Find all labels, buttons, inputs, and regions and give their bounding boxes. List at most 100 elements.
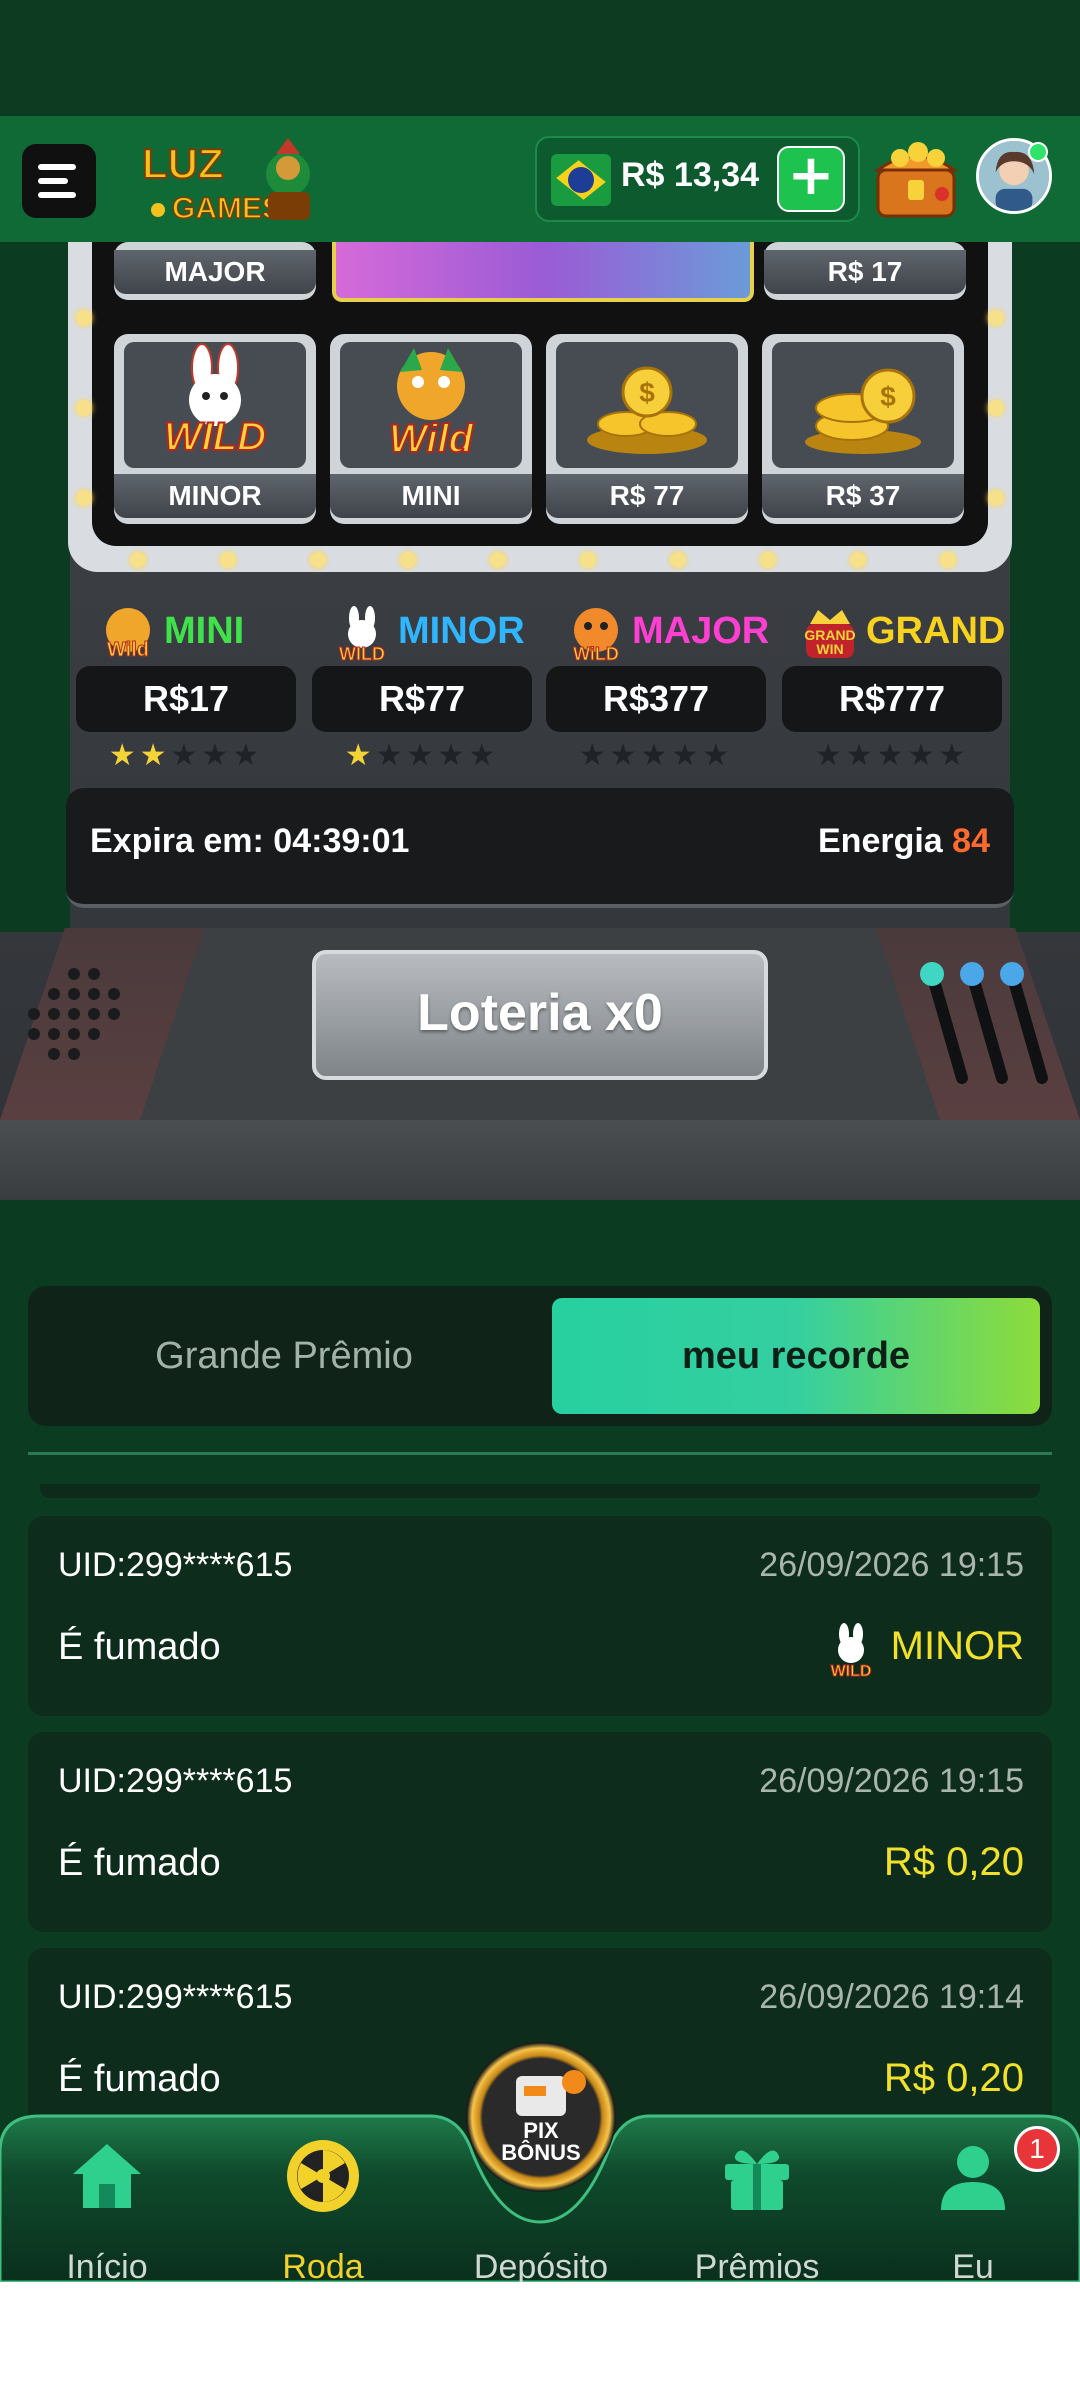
expiry-timer: Expira em: 04:39:01 bbox=[90, 822, 410, 860]
slot-machine: MAJOR R$ 17 WILD MINOR Wild MINI $ R$ 77… bbox=[0, 242, 1080, 1200]
nav-inicio[interactable]: Início bbox=[22, 2136, 192, 2286]
menu-line-icon bbox=[38, 178, 68, 184]
star-icon: ★ bbox=[375, 738, 407, 773]
record-time: 26/09/2026 19:14 bbox=[759, 1978, 1024, 2016]
star-icon: ★ bbox=[344, 738, 376, 773]
balance-amount: R$ 13,34 bbox=[621, 156, 759, 194]
jackpot-value: R$17 bbox=[76, 666, 296, 732]
energy-counter: Energia 84 bbox=[818, 822, 990, 861]
svg-text:WiLD: WiLD bbox=[573, 644, 619, 664]
menu-line-icon bbox=[38, 164, 76, 170]
gift-icon bbox=[725, 2150, 789, 2210]
info-bar: Expira em: 04:39:01 Energia 84 bbox=[66, 788, 1014, 908]
treasure-chest-icon[interactable] bbox=[872, 136, 960, 222]
wild-tiger-icon: WiLD bbox=[573, 608, 619, 664]
record-time: 26/09/2026 19:15 bbox=[759, 1546, 1024, 1584]
reel-center-tile bbox=[332, 242, 754, 302]
reel-tile-major: MAJOR bbox=[114, 242, 316, 300]
pix-bonus-label: PIX BÔNUS bbox=[466, 2120, 616, 2164]
svg-text:Wild: Wild bbox=[389, 417, 475, 461]
user-icon bbox=[941, 2146, 1005, 2210]
record-uid: UID:299****615 bbox=[58, 1762, 293, 1800]
wild-rabbit-icon: WILD bbox=[163, 343, 267, 460]
brazil-flag-icon bbox=[551, 154, 611, 206]
record-tabs: Grande Prêmio meu recorde bbox=[28, 1286, 1052, 1426]
speaker-grille-icon bbox=[24, 968, 124, 1068]
plus-icon: + bbox=[787, 143, 835, 208]
record-status: É fumado bbox=[58, 2058, 221, 2100]
star-icon: ★ bbox=[406, 738, 438, 773]
menu-line-icon bbox=[38, 192, 76, 198]
wild-rabbit-icon: WILD bbox=[339, 606, 385, 664]
record-time: 26/09/2026 19:15 bbox=[759, 1762, 1024, 1800]
svg-text:WILD: WILD bbox=[164, 415, 266, 459]
reel-tile: Wild MINI bbox=[330, 334, 532, 524]
star-icon: ★ bbox=[609, 738, 641, 773]
pix-text-top: PIX bbox=[523, 2118, 559, 2143]
grand-win-icon: GRANDWIN bbox=[804, 610, 856, 658]
jackpot-value: R$77 bbox=[312, 666, 532, 732]
svg-text:$: $ bbox=[639, 377, 655, 408]
divider bbox=[28, 1452, 1052, 1455]
star-icon: ★ bbox=[702, 738, 734, 773]
menu-button[interactable] bbox=[22, 144, 96, 218]
deposit-plus-button[interactable]: + bbox=[777, 146, 845, 212]
jackpot-major: WiLD MAJOR bbox=[546, 598, 770, 668]
tile-label: R$ 77 bbox=[546, 474, 748, 518]
tab-grande-premio[interactable]: Grande Prêmio bbox=[40, 1298, 528, 1414]
record-row: UID:299****615 26/09/2026 19:15 É fumado… bbox=[28, 1732, 1052, 1932]
energy-value: 84 bbox=[952, 822, 990, 860]
record-uid: UID:299****615 bbox=[58, 1546, 293, 1584]
svg-text:WIN: WIN bbox=[816, 641, 843, 657]
notification-badge: 1 bbox=[1014, 2126, 1060, 2172]
svg-text:$: $ bbox=[880, 381, 896, 412]
star-icon: ★ bbox=[139, 738, 171, 773]
record-row: UID:299****615 26/09/2026 19:15 É fumado… bbox=[28, 1516, 1052, 1716]
star-icon: ★ bbox=[170, 738, 202, 773]
pix-text-bottom: BÔNUS bbox=[501, 2140, 581, 2165]
nav-roda[interactable]: Roda bbox=[238, 2136, 408, 2286]
reel-tile-r17: R$ 17 bbox=[764, 242, 966, 300]
machine-console: Loteria x0 bbox=[0, 928, 1080, 1200]
star-icon: ★ bbox=[578, 738, 610, 773]
jackpot-grand: GRAND WIN GRAND bbox=[780, 598, 1005, 668]
pix-bonus-icon bbox=[516, 2070, 586, 2116]
reel-tile: $ R$ 77 bbox=[546, 334, 748, 524]
svg-text:WILD: WILD bbox=[339, 644, 385, 664]
jackpot-stars: ★★★★★ bbox=[782, 738, 1002, 773]
pix-bonus-button[interactable] bbox=[466, 2042, 616, 2192]
jackpot-mini: Wild MINI bbox=[78, 598, 298, 668]
balance-pill[interactable]: R$ 13,34 + bbox=[535, 136, 860, 222]
system-nav-area bbox=[0, 2282, 1080, 2400]
status-bar bbox=[0, 0, 1080, 116]
jackpot-name: MAJOR bbox=[632, 610, 770, 652]
star-icon: ★ bbox=[671, 738, 703, 773]
tile-label: R$ 17 bbox=[764, 250, 966, 294]
lottery-spin-button[interactable]: Loteria x0 bbox=[312, 950, 768, 1080]
svg-text:WILD: WILD bbox=[831, 1663, 872, 1678]
tile-label: MINOR bbox=[114, 474, 316, 518]
star-icon: ★ bbox=[845, 738, 877, 773]
jackpot-name: GRAND bbox=[866, 610, 1006, 652]
reel-tile: $ R$ 37 bbox=[762, 334, 964, 524]
wild-dragon-icon: Wild bbox=[106, 608, 150, 662]
record-status: É fumado bbox=[58, 1842, 221, 1884]
tab-meu-recorde[interactable]: meu recorde bbox=[552, 1298, 1040, 1414]
reel-tile: WILD MINOR bbox=[114, 334, 316, 524]
record-uid: UID:299****615 bbox=[58, 1978, 293, 2016]
jackpot-name: MINI bbox=[164, 610, 245, 652]
energy-label: Energia bbox=[818, 822, 943, 860]
star-icon: ★ bbox=[437, 738, 469, 773]
record-prize: R$ 0,20 bbox=[883, 2056, 1024, 2100]
star-icon: ★ bbox=[232, 738, 264, 773]
star-icon: ★ bbox=[468, 738, 500, 773]
jackpot-value: R$377 bbox=[546, 666, 766, 732]
nav-premios[interactable]: Prêmios bbox=[672, 2136, 842, 2286]
jackpot-stars: ★★★★★ bbox=[76, 738, 296, 773]
tile-label: MINI bbox=[330, 474, 532, 518]
record-prize: MINOR bbox=[890, 1624, 1024, 1668]
jackpot-value: R$777 bbox=[782, 666, 1002, 732]
luz-games-logo[interactable]: LUZ GAMES bbox=[138, 134, 318, 230]
star-icon: ★ bbox=[907, 738, 939, 773]
record-status: É fumado bbox=[58, 1626, 221, 1668]
